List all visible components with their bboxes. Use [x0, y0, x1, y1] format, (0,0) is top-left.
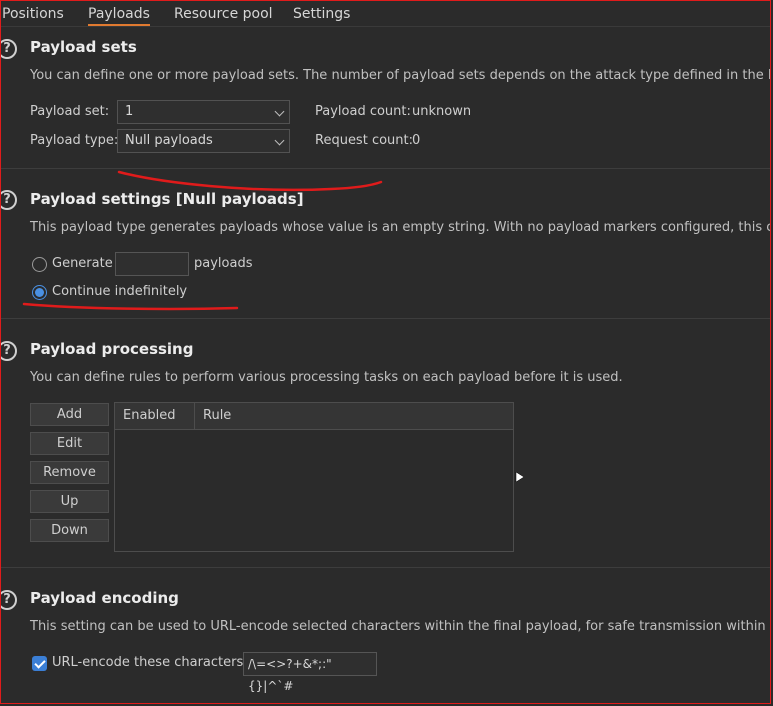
tab-bar: Positions Payloads Resource pool Setting… — [1, 1, 770, 27]
request-count-label: Request count: — [315, 133, 413, 148]
url-encode-label: URL-encode these characters: — [52, 655, 248, 670]
mouse-cursor-icon — [515, 472, 525, 483]
generate-radio[interactable] — [32, 257, 47, 272]
payload-set-value: 1 — [125, 104, 134, 119]
edit-rule-button[interactable]: Edit — [30, 432, 109, 455]
up-rule-button[interactable]: Up — [30, 490, 109, 513]
intruder-payloads-panel: Positions Payloads Resource pool Setting… — [0, 0, 771, 704]
url-encode-characters-input[interactable]: /\=<>?+&*;:"{}|^`# — [243, 652, 377, 693]
continue-indefinitely-radio[interactable] — [32, 285, 47, 300]
chevron-down-icon — [274, 135, 285, 146]
help-icon[interactable]: ? — [1, 39, 17, 59]
payloads-suffix-label: payloads — [194, 256, 253, 271]
payload-count-label: Payload count: — [315, 104, 411, 119]
payload-settings-description: This payload type generates payloads who… — [30, 220, 771, 235]
payload-encoding-title: Payload encoding — [30, 589, 179, 607]
payload-set-select[interactable]: 1 — [117, 100, 290, 124]
table-header: Enabled Rule — [115, 403, 513, 430]
column-header-enabled[interactable]: Enabled — [115, 403, 195, 429]
url-encode-checkbox[interactable] — [32, 656, 47, 671]
tab-settings[interactable]: Settings — [293, 4, 350, 24]
continue-indefinitely-label: Continue indefinitely — [52, 284, 188, 299]
down-rule-button[interactable]: Down — [30, 519, 109, 542]
divider — [1, 567, 770, 568]
request-count-value: 0 — [412, 133, 421, 148]
processing-rules-table[interactable]: Enabled Rule — [114, 402, 514, 552]
payload-sets-title: Payload sets — [30, 38, 137, 56]
chevron-down-icon — [274, 106, 285, 117]
tab-positions[interactable]: Positions — [2, 4, 64, 24]
help-icon[interactable]: ? — [1, 590, 17, 610]
payload-type-select[interactable]: Null payloads — [117, 129, 290, 153]
payload-processing-description: You can define rules to perform various … — [30, 370, 623, 385]
divider — [1, 168, 770, 169]
add-rule-button[interactable]: Add — [30, 403, 109, 426]
tab-payloads[interactable]: Payloads — [88, 4, 150, 26]
payload-type-value: Null payloads — [125, 133, 213, 148]
generate-label: Generate — [52, 256, 113, 271]
payload-set-label: Payload set: — [30, 104, 110, 119]
tab-resource-pool[interactable]: Resource pool — [174, 4, 273, 24]
payload-count-value: unknown — [412, 104, 472, 119]
payload-settings-title: Payload settings [Null payloads] — [30, 190, 304, 208]
remove-rule-button[interactable]: Remove — [30, 461, 109, 484]
payload-encoding-description: This setting can be used to URL-encode s… — [30, 619, 771, 634]
generate-count-input[interactable] — [115, 252, 189, 276]
payload-type-label: Payload type: — [30, 133, 119, 148]
divider — [1, 318, 770, 319]
payload-sets-description: You can define one or more payload sets.… — [30, 68, 771, 83]
help-icon[interactable]: ? — [1, 190, 17, 210]
help-icon[interactable]: ? — [1, 341, 17, 361]
payload-processing-title: Payload processing — [30, 340, 194, 358]
column-header-rule[interactable]: Rule — [195, 403, 513, 429]
